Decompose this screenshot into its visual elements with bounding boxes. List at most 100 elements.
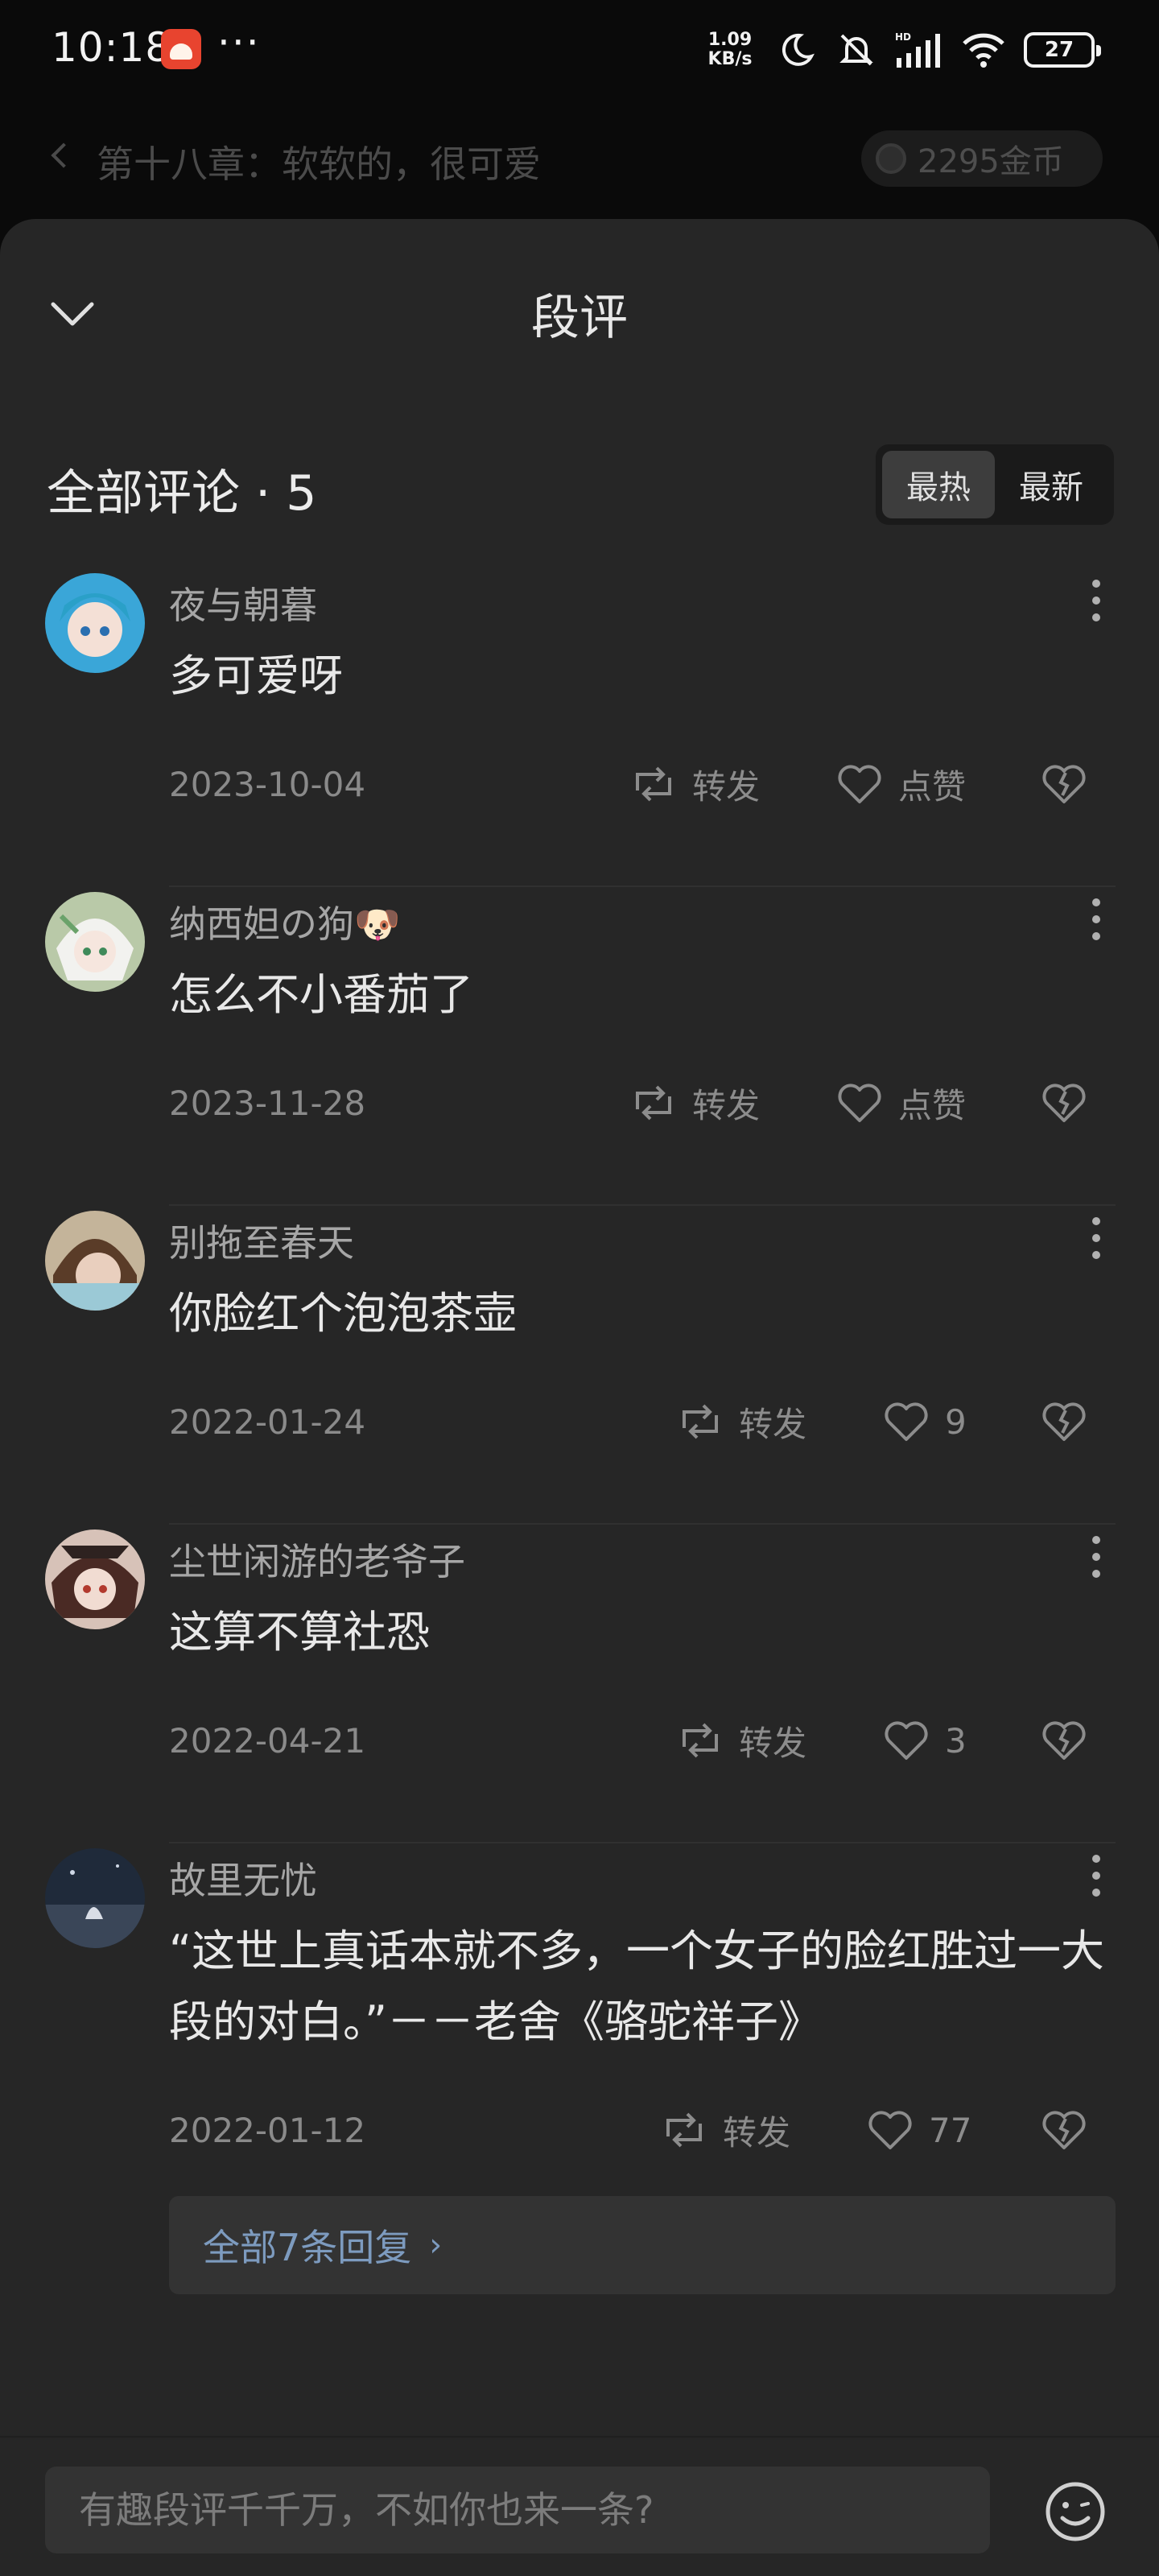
like-button[interactable]: 77 [864, 2103, 971, 2157]
comment-text: 这算不算社恐 [169, 1607, 430, 1657]
wifi-icon [963, 33, 1004, 68]
avatar[interactable] [45, 1848, 145, 1948]
like-label: 点赞 [898, 1085, 967, 1125]
comment-meta: 2022-04-21 转发 3 [0, 1708, 1159, 1773]
comment-date: 2023-11-28 [169, 1084, 366, 1123]
bell-muted-icon [839, 34, 873, 66]
broken-heart-icon [1042, 1402, 1086, 1441]
comment-item: 尘世闲游的老爷子 这算不算社恐 2022-04-21 转发 3 [0, 1530, 1159, 1843]
network-speed-value: 1.09 [707, 30, 753, 50]
like-button[interactable]: 9 [881, 1394, 967, 1449]
comment-username[interactable]: 夜与朝暮 [169, 576, 317, 630]
dislike-button[interactable] [1038, 757, 1090, 811]
like-button[interactable]: 3 [881, 1713, 967, 1768]
avatar[interactable] [45, 573, 145, 673]
comment-text: 多可爱呀 [169, 650, 343, 701]
heart-icon [868, 2111, 912, 2149]
repost-label: 转发 [739, 1404, 807, 1444]
app-notification-icon [161, 29, 201, 69]
repost-icon [636, 766, 671, 802]
chapter-title: 第十八章：软软的，很可爱 [97, 142, 541, 186]
comment-meta: 2022-01-12 转发 77 [0, 2098, 1159, 2162]
repost-icon [683, 1404, 718, 1439]
comment-input[interactable] [45, 2467, 990, 2553]
heart-icon [838, 1084, 881, 1122]
dislike-button[interactable] [1038, 1394, 1090, 1449]
panel-title: 段评 [531, 290, 628, 346]
comment-meta: 2023-11-28 转发 点赞 [0, 1071, 1159, 1135]
more-options-icon[interactable] [1090, 1536, 1103, 1584]
more-options-icon[interactable] [1090, 580, 1103, 628]
repost-button[interactable]: 转发 [628, 757, 760, 811]
like-count: 77 [929, 2110, 972, 2150]
status-time: 10:18 [52, 24, 172, 71]
emoji-icon[interactable] [1043, 2479, 1107, 2544]
comment-username[interactable]: 尘世闲游的老爷子 [169, 1533, 465, 1586]
broken-heart-icon [1042, 765, 1086, 803]
chevron-right-icon: › [429, 2227, 443, 2264]
status-icons: 1.09 KB/s HD 27 [702, 26, 1101, 74]
avatar[interactable] [45, 1211, 145, 1311]
comment-item: 夜与朝暮 多可爱呀 2023-10-04 转发 点赞 [0, 573, 1159, 887]
coin-balance-label: 2295金币 [918, 143, 1064, 180]
more-notifications-icon: ··· [217, 19, 261, 66]
like-button[interactable]: 点赞 [834, 1075, 966, 1130]
avatar[interactable] [45, 1530, 145, 1629]
like-count: 3 [945, 1720, 967, 1761]
network-speed: 1.09 KB/s [702, 31, 758, 69]
like-count: 9 [945, 1402, 967, 1442]
repost-button[interactable]: 转发 [674, 1394, 806, 1449]
heart-icon [885, 1402, 928, 1441]
comment-username[interactable]: 故里无忧 [169, 1852, 317, 1905]
dislike-button[interactable] [1038, 1713, 1090, 1768]
sort-new-button[interactable]: 最新 [995, 451, 1107, 518]
like-button[interactable]: 点赞 [834, 757, 966, 811]
repost-button[interactable]: 转发 [674, 1713, 806, 1768]
broken-heart-icon [1042, 1084, 1086, 1122]
svg-text:HD: HD [895, 31, 911, 43]
repost-label: 转发 [692, 766, 761, 807]
comment-compose-bar [0, 2436, 1159, 2576]
broken-heart-icon [1042, 2111, 1086, 2149]
repost-icon [683, 1723, 718, 1758]
comment-username[interactable]: 纳西妲の狗🐶 [169, 895, 400, 948]
comment-username[interactable]: 别拖至春天 [169, 1214, 354, 1267]
avatar[interactable] [45, 892, 145, 992]
comment-meta: 2023-10-04 转发 点赞 [0, 752, 1159, 816]
heart-icon [838, 765, 881, 803]
heart-icon [885, 1721, 928, 1760]
battery-indicator: 27 [1024, 32, 1101, 68]
comment-text: 你脸红个泡泡茶壶 [169, 1288, 517, 1339]
sort-hot-button[interactable]: 最热 [882, 451, 995, 518]
paragraph-comments-panel: 段评 全部评论 · 5 最热 最新 夜与朝暮 多可爱呀 2023-10-04 转… [0, 219, 1159, 2576]
divider [169, 1842, 1116, 1843]
more-options-icon[interactable] [1090, 1217, 1103, 1265]
status-bar: 10:18 ··· 1.09 KB/s HD 27 [0, 0, 1159, 100]
comment-meta: 2022-01-24 转发 9 [0, 1389, 1159, 1454]
comment-item: 故里无忧 “这世上真话本就不多，一个女子的脸红胜过一大段的对白。”－－老舍《骆驼… [0, 1848, 1159, 2347]
comment-date: 2023-10-04 [169, 765, 366, 804]
comment-date: 2022-01-24 [169, 1402, 366, 1442]
divider [169, 886, 1116, 887]
dislike-button[interactable] [1038, 2103, 1090, 2157]
dislike-button[interactable] [1038, 1075, 1090, 1130]
comment-text: “这世上真话本就不多，一个女子的脸红胜过一大段的对白。”－－老舍《骆驼祥子》 [169, 1926, 1104, 2047]
comment-item: 纳西妲の狗🐶 怎么不小番茄了 2023-11-28 转发 点赞 [0, 892, 1159, 1206]
more-options-icon[interactable] [1090, 898, 1103, 947]
comment-text: 怎么不小番茄了 [169, 969, 473, 1020]
coin-balance[interactable]: 2295金币 [861, 130, 1103, 187]
broken-heart-icon [1042, 1721, 1086, 1760]
moon-icon [782, 33, 815, 66]
network-speed-unit: KB/s [707, 49, 753, 69]
repost-button[interactable]: 转发 [658, 2103, 790, 2157]
signal-icon: HD [895, 31, 940, 68]
repost-icon [666, 2112, 702, 2148]
all-comments-heading: 全部评论 · 5 [47, 465, 317, 522]
more-options-icon[interactable] [1090, 1855, 1103, 1903]
repost-icon [636, 1085, 671, 1121]
divider [169, 1523, 1116, 1525]
like-label: 点赞 [898, 766, 967, 807]
repost-button[interactable]: 转发 [628, 1075, 760, 1130]
sort-toggle: 最热 最新 [876, 444, 1114, 525]
view-replies-button[interactable]: 全部7条回复 › [169, 2196, 1116, 2294]
